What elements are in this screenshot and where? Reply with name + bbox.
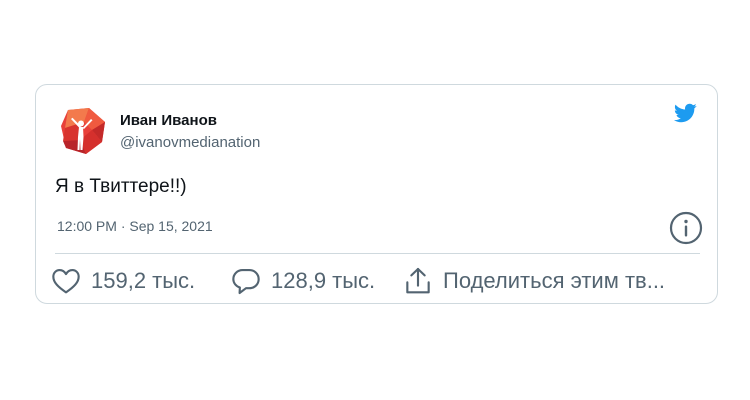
reply-button[interactable]: 128,9 тыс.	[230, 261, 375, 301]
share-upload-icon	[406, 267, 430, 294]
info-icon[interactable]	[669, 211, 703, 245]
like-button[interactable]: 159,2 тыс.	[50, 261, 195, 301]
tweet-text: Я в Твиттере!!)	[55, 176, 187, 197]
tweet-card: Иван Иванов @ivanovmedianation Я в Твитт…	[35, 84, 718, 304]
heart-icon	[52, 269, 80, 294]
author-name[interactable]: Иван Иванов	[120, 112, 217, 129]
author-handle[interactable]: @ivanovmedianation	[120, 134, 260, 151]
like-count: 159,2 тыс.	[91, 268, 196, 293]
avatar[interactable]	[58, 106, 108, 156]
tweet-timestamp[interactable]: 12:00 PM · Sep 15, 2021	[57, 218, 213, 234]
comment-bubble-icon	[232, 269, 260, 295]
divider	[55, 253, 700, 254]
twitter-bird-icon[interactable]	[671, 101, 699, 125]
reply-count: 128,9 тыс.	[271, 268, 376, 293]
share-label: Поделиться этим тв...	[443, 268, 666, 293]
tweet-actions: 159,2 тыс. 128,9 тыс. Поделиться этим тв…	[50, 261, 705, 301]
share-button[interactable]: Поделиться этим тв...	[402, 261, 665, 301]
